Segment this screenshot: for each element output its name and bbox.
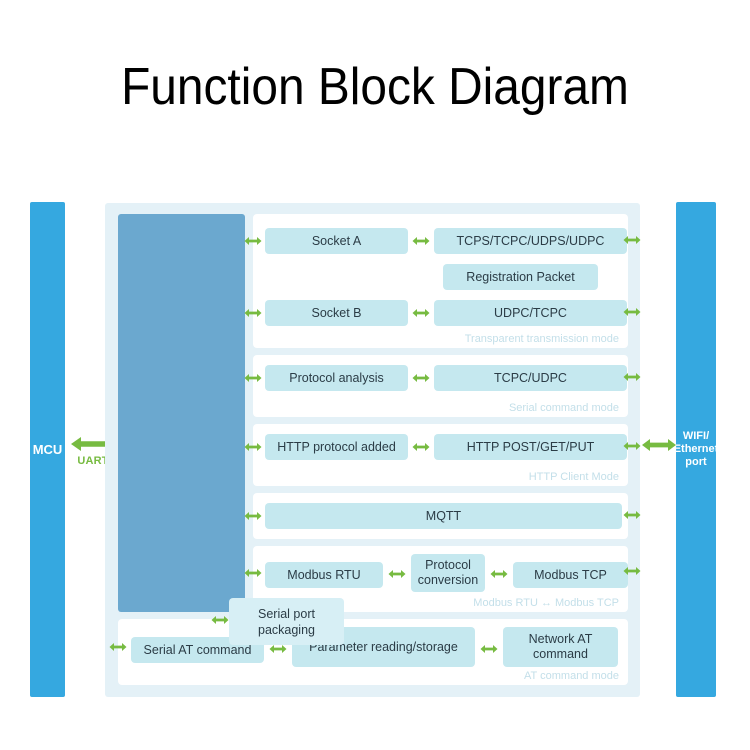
block-socket-b: Socket B [265, 300, 408, 326]
row-protocol-analysis: Protocol analysis TCPC/UDPC [244, 365, 628, 391]
serial-processing-column [118, 214, 245, 612]
block-modbus-tcp: Modbus TCP [513, 562, 628, 588]
block-protocol-conversion: Protocol conversion [411, 554, 485, 592]
double-arrow-icon [244, 510, 262, 522]
network-connector-arrow [641, 436, 677, 459]
serial-port-packaging-block: Serial port packaging [229, 598, 344, 645]
row-socket-b: Socket B UDPC/TCPC [244, 300, 628, 326]
double-arrow-icon [412, 441, 430, 453]
double-arrow-icon [388, 568, 406, 580]
double-arrow-icon [490, 568, 508, 580]
double-arrow-icon [244, 567, 262, 579]
mcu-label: MCU [32, 442, 63, 457]
block-network-at-command: Network AT command [503, 627, 618, 667]
double-arrow-icon [244, 307, 262, 319]
block-tcpc-udpc: TCPC/UDPC [434, 365, 627, 391]
panel-serial-command: Serial command mode Protocol analysis TC… [244, 355, 628, 417]
wifi-ethernet-port-bar: WIFI/ Ethernet port [673, 202, 719, 697]
block-protocol-analysis: Protocol analysis [265, 365, 408, 391]
double-arrow-icon [412, 235, 430, 247]
mode-label-http-client: HTTP Client Mode [528, 471, 619, 483]
edge-arrow-socket-a [623, 233, 641, 251]
mode-label-at-command: AT command mode [524, 670, 619, 682]
page-title: Function Block Diagram [121, 58, 629, 116]
row-http: HTTP protocol added HTTP POST/GET/PUT [244, 434, 628, 460]
block-registration-packet: Registration Packet [443, 264, 598, 290]
panel-at-command: AT command mode Serial AT command Parame… [109, 619, 628, 685]
double-arrow-icon [480, 643, 498, 655]
panel-transparent-transmission: Transparent transmission mode Socket A T… [244, 214, 628, 348]
double-arrow-icon [244, 372, 262, 384]
block-tcps-group: TCPS/TCPC/UDPS/UDPC [434, 228, 627, 254]
wifi-ethernet-label: WIFI/ Ethernet port [673, 430, 719, 468]
mcu-port-bar: MCU [30, 202, 65, 697]
edge-arrow-modbus [623, 564, 641, 582]
row-modbus: Modbus RTU Protocol conversion Modbus TC… [244, 554, 628, 592]
double-arrow-icon [244, 441, 262, 453]
diagram-container: Serial port packaging Transparent transm… [105, 203, 641, 697]
row-at-command: Serial AT command Parameter reading/stor… [109, 627, 628, 667]
double-arrow-icon [412, 307, 430, 319]
double-arrow-icon [244, 235, 262, 247]
row-mqtt: MQTT [244, 503, 628, 529]
double-arrow-icon [109, 641, 127, 653]
serial-port-inbound-arrow [211, 613, 229, 631]
double-arrow-icon [211, 614, 229, 626]
uart-label: UART [77, 455, 109, 467]
edge-arrow-serial-command [623, 370, 641, 388]
row-registration-packet: Registration Packet [443, 264, 628, 290]
block-http-protocol-added: HTTP protocol added [265, 434, 408, 460]
panel-http-client: HTTP Client Mode HTTP protocol added HTT… [244, 424, 628, 486]
double-arrow-icon [412, 372, 430, 384]
edge-arrow-mqtt [623, 508, 641, 526]
mode-label-modbus: Modbus RTU ↔ Modbus TCP [473, 597, 619, 609]
block-udpc-tcpc: UDPC/TCPC [434, 300, 627, 326]
block-http-methods: HTTP POST/GET/PUT [434, 434, 627, 460]
mode-label-serial-command: Serial command mode [508, 402, 619, 414]
edge-arrow-http-client [623, 439, 641, 457]
panel-mqtt: MQTT [244, 493, 628, 539]
mode-label-transparent: Transparent transmission mode [464, 333, 619, 345]
double-arrow-icon [641, 436, 677, 454]
block-socket-a: Socket A [265, 228, 408, 254]
block-modbus-rtu: Modbus RTU [265, 562, 383, 588]
row-socket-a: Socket A TCPS/TCPC/UDPS/UDPC [244, 228, 628, 254]
block-mqtt: MQTT [265, 503, 622, 529]
edge-arrow-socket-b [623, 305, 641, 323]
